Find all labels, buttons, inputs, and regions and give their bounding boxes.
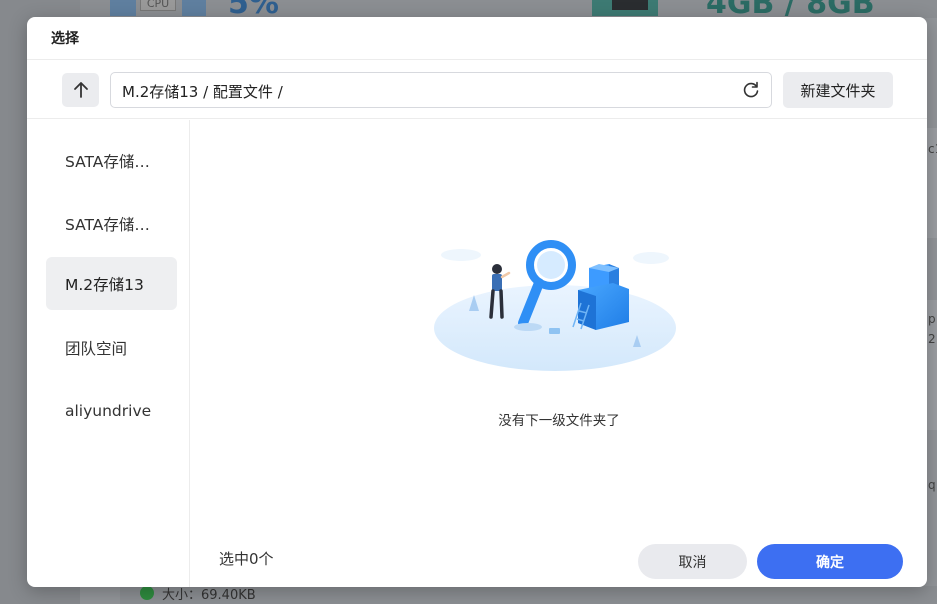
dialog-title: 选择	[51, 31, 79, 47]
cpu-icon	[110, 0, 136, 16]
path-input[interactable]: M.2存储13 / 配置文件 /	[110, 72, 772, 108]
sidebar-item-sata-2[interactable]: SATA存储…	[46, 197, 177, 250]
sidebar-item-sata-1[interactable]: SATA存储…	[46, 134, 177, 187]
dialog-body: SATA存储… SATA存储… M.2存储13 团队空间 aliyundrive	[27, 120, 927, 587]
cpu-label: CPU	[140, 0, 176, 11]
background-text: p	[928, 312, 936, 326]
arrow-up-icon	[73, 82, 88, 98]
go-up-button[interactable]	[62, 73, 99, 107]
cpu-chip-icon	[182, 0, 206, 16]
sidebar-item-team-space[interactable]: 团队空间	[46, 321, 177, 374]
empty-folder-illustration	[434, 240, 676, 371]
sidebar-item-aliyundrive[interactable]: aliyundrive	[46, 384, 177, 437]
background-text: c1	[928, 142, 937, 156]
dialog-header: 选择	[27, 17, 927, 60]
sidebar-item-m2[interactable]: M.2存储13	[46, 257, 177, 310]
path-bar: M.2存储13 / 配置文件 / 新建文件夹	[27, 60, 927, 119]
folder-content: 没有下一级文件夹了 选中0个 取消 确定	[191, 120, 927, 587]
selected-count: 选中0个	[219, 550, 274, 568]
background-text: q	[928, 478, 936, 492]
storage-sidebar: SATA存储… SATA存储… M.2存储13 团队空间 aliyundrive	[27, 120, 190, 587]
new-folder-button[interactable]: 新建文件夹	[783, 72, 893, 108]
refresh-icon[interactable]	[741, 80, 761, 100]
select-folder-dialog: 选择 M.2存储13 / 配置文件 / 新建文件夹 SATA存储… SATA存储…	[27, 17, 927, 587]
background-text: 2	[928, 332, 936, 346]
confirm-button[interactable]: 确定	[757, 544, 903, 579]
status-dot-icon	[140, 586, 154, 600]
cancel-button[interactable]: 取消	[638, 544, 747, 579]
memory-chip-icon	[612, 0, 648, 10]
empty-message: 没有下一级文件夹了	[498, 413, 620, 429]
path-text: M.2存储13 / 配置文件 /	[122, 83, 283, 101]
